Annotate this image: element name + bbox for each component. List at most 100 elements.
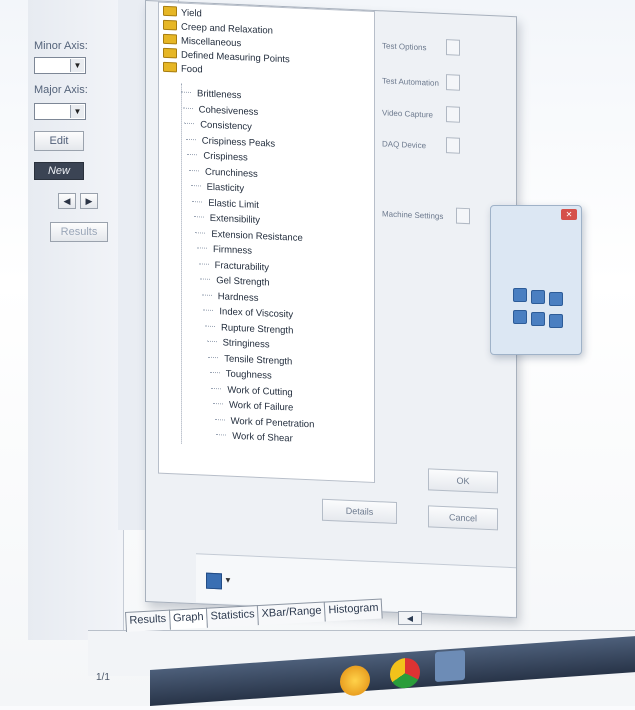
tree-folder[interactable]: Food bbox=[163, 61, 203, 76]
mini-action-icon[interactable] bbox=[531, 290, 545, 304]
tree-item-label: Tensile Strength bbox=[224, 352, 293, 367]
major-axis-label: Major Axis: bbox=[34, 84, 88, 96]
tree-item-label: Extension Resistance bbox=[211, 228, 303, 244]
tree-item[interactable]: Elastic Limit bbox=[192, 197, 259, 210]
tree-item-label: Stringiness bbox=[222, 337, 270, 351]
tree-item-label: Hardness bbox=[217, 290, 259, 304]
folder-icon bbox=[163, 61, 177, 73]
tree-item-label: Index of Viscosity bbox=[219, 306, 294, 321]
tree-folder[interactable]: Miscellaneous bbox=[163, 33, 242, 50]
tab-results[interactable]: Results bbox=[125, 609, 171, 632]
tree-item-label: Cohesiveness bbox=[198, 103, 259, 118]
tree-item[interactable]: Toughness bbox=[209, 368, 272, 382]
test-options-label: Test Options bbox=[382, 41, 427, 53]
edit-button[interactable]: Edit bbox=[34, 131, 84, 151]
test-automation-label: Test Automation bbox=[382, 76, 439, 88]
tab-xbar-range[interactable]: XBar/Range bbox=[257, 601, 326, 626]
tree-item[interactable]: Cohesiveness bbox=[182, 103, 259, 118]
tree-item[interactable]: Crunchiness bbox=[189, 165, 258, 179]
chrome-icon[interactable] bbox=[390, 657, 420, 690]
new-button[interactable]: New bbox=[34, 162, 84, 180]
tree-item[interactable]: Work of Shear bbox=[216, 430, 293, 444]
tree-item-label: Crispiness bbox=[203, 150, 248, 164]
tree-item[interactable]: Gel Strength bbox=[200, 274, 270, 289]
tree-item[interactable]: Work of Penetration bbox=[214, 415, 315, 430]
tree-item-label: Extensibility bbox=[209, 212, 260, 227]
minor-axis-select[interactable]: ▼ bbox=[34, 57, 86, 74]
mini-action-icon[interactable] bbox=[513, 288, 527, 302]
window-app-icon[interactable] bbox=[435, 649, 465, 683]
major-axis-select[interactable]: ▼ bbox=[34, 103, 86, 120]
cancel-button[interactable]: Cancel bbox=[428, 505, 498, 531]
chevron-down-icon[interactable]: ▼ bbox=[70, 59, 84, 72]
tree-item-label: Fracturability bbox=[214, 259, 269, 273]
mini-action-icon[interactable] bbox=[513, 310, 527, 324]
tree-item[interactable]: Index of Viscosity bbox=[203, 306, 294, 321]
app-icon[interactable] bbox=[340, 664, 370, 697]
axis-control-panel: Minor Axis: ▼ Major Axis: ▼ Edit New ◀ ▶… bbox=[28, 0, 124, 640]
minor-axis-label: Minor Axis: bbox=[34, 40, 88, 52]
next-icon[interactable]: ▶ bbox=[80, 193, 98, 209]
scroll-left-icon[interactable]: ◀ bbox=[398, 611, 422, 625]
tree-item[interactable]: Extensibility bbox=[193, 212, 260, 227]
previous-icon[interactable]: ◀ bbox=[58, 193, 76, 209]
tree-item-label: Work of Shear bbox=[232, 430, 293, 445]
daq-device-button[interactable] bbox=[446, 137, 460, 154]
tree-item-label: Work of Cutting bbox=[227, 384, 293, 398]
page-counter: 1/1 bbox=[96, 672, 110, 683]
tree-item-label: Work of Penetration bbox=[230, 415, 315, 430]
tab-histogram[interactable]: Histogram bbox=[323, 598, 384, 622]
tree-item[interactable]: Crispiness Peaks bbox=[185, 134, 276, 150]
folder-list: Yield Creep and Relaxation Miscellaneous De… bbox=[159, 3, 374, 76]
tree-item-label: Consistency bbox=[200, 119, 252, 133]
tree-item[interactable]: Tensile Strength bbox=[208, 352, 292, 367]
tree-item-label: Gel Strength bbox=[216, 275, 270, 289]
tree-item[interactable]: Firmness bbox=[197, 243, 253, 257]
machine-settings-label: Machine Settings bbox=[382, 209, 444, 222]
video-capture-label: Video Capture bbox=[382, 108, 433, 120]
tree-item-label: Work of Failure bbox=[229, 399, 294, 414]
tree-item[interactable]: Work of Failure bbox=[213, 399, 294, 414]
tree-item[interactable]: Work of Cutting bbox=[211, 383, 293, 398]
video-capture-button[interactable] bbox=[446, 106, 460, 123]
mini-window: ✕ bbox=[490, 205, 582, 355]
tree-item[interactable]: Rupture Strength bbox=[205, 321, 293, 336]
mini-action-icon[interactable] bbox=[549, 314, 563, 328]
tree-item[interactable]: Elasticity bbox=[190, 181, 245, 195]
tree-item[interactable]: Consistency bbox=[184, 119, 252, 133]
tree-item-label: Toughness bbox=[225, 368, 272, 382]
tab-statistics[interactable]: Statistics bbox=[206, 605, 260, 628]
document-icon[interactable] bbox=[206, 572, 222, 590]
tree-item[interactable]: Fracturability bbox=[198, 259, 269, 273]
chevron-down-icon[interactable]: ▼ bbox=[70, 105, 84, 118]
close-icon[interactable]: ✕ bbox=[561, 209, 577, 220]
tree-item-label: Elasticity bbox=[206, 181, 245, 195]
folder-icon bbox=[163, 33, 177, 45]
mini-action-icon[interactable] bbox=[549, 292, 563, 306]
results-button[interactable]: Results bbox=[50, 222, 108, 242]
details-button[interactable]: Details bbox=[322, 498, 397, 525]
tree-folder[interactable]: Yield bbox=[163, 5, 202, 20]
test-options-button[interactable] bbox=[446, 39, 460, 56]
tree-folder-label: Miscellaneous bbox=[181, 35, 242, 50]
chevron-down-icon[interactable]: ▼ bbox=[224, 575, 232, 584]
tree-item-label: Crunchiness bbox=[205, 166, 258, 180]
measurement-dialog: Yield Creep and Relaxation Miscellaneous De… bbox=[145, 0, 517, 619]
tree-item-label: Crispiness Peaks bbox=[201, 134, 276, 150]
tree-item[interactable]: Crispiness bbox=[187, 150, 248, 164]
folder-icon bbox=[163, 47, 177, 59]
folder-icon bbox=[163, 5, 177, 17]
tree-item-label: Rupture Strength bbox=[221, 321, 294, 336]
machine-settings-button[interactable] bbox=[456, 207, 470, 225]
tree-item[interactable]: Extension Resistance bbox=[195, 228, 303, 244]
tree-item[interactable]: Hardness bbox=[201, 290, 259, 304]
tree-folder-label: Yield bbox=[181, 7, 202, 20]
tree-item-label: Firmness bbox=[213, 243, 253, 257]
folder-icon bbox=[163, 19, 177, 31]
test-automation-button[interactable] bbox=[446, 74, 460, 91]
tree-item[interactable]: Stringiness bbox=[206, 337, 270, 351]
ok-button[interactable]: OK bbox=[428, 468, 498, 494]
tab-graph[interactable]: Graph bbox=[168, 607, 209, 630]
mini-action-icon[interactable] bbox=[531, 312, 545, 326]
tree-item[interactable]: Brittleness bbox=[181, 88, 241, 101]
